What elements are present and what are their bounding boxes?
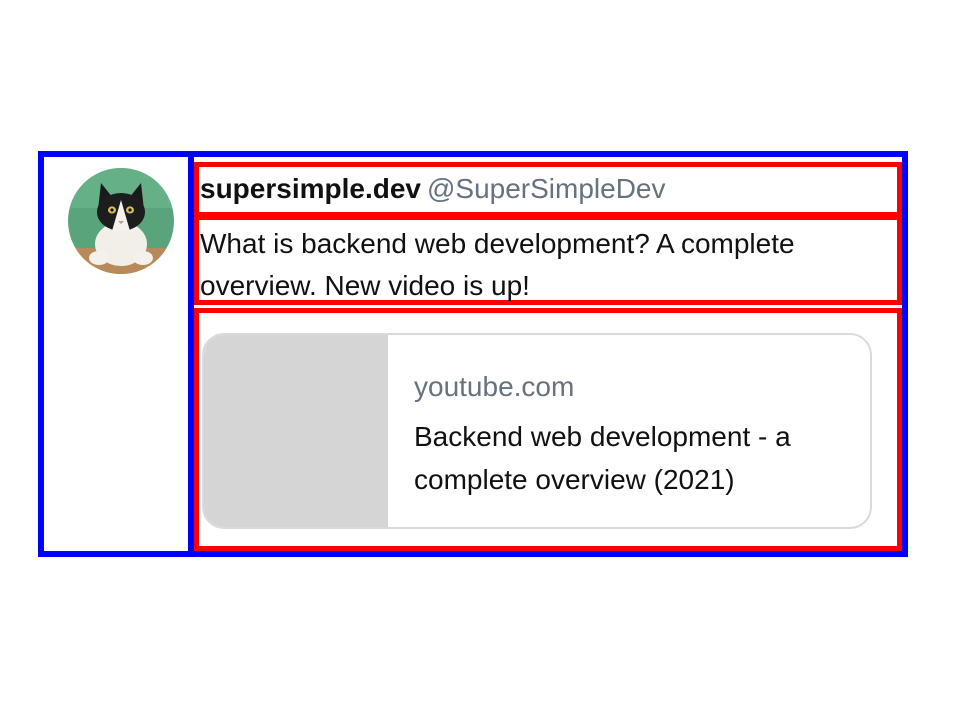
cat-avatar-icon[interactable]: [68, 168, 174, 274]
author-handle[interactable]: @SuperSimpleDev: [427, 173, 666, 204]
link-domain: youtube.com: [414, 371, 575, 402]
avatar-column: [44, 157, 194, 551]
tweet-text: What is backend web development? A compl…: [200, 228, 795, 301]
avatar-image: [68, 168, 174, 274]
tweet-info-column: supersimple.dev @SuperSimpleDev What is b…: [194, 157, 902, 551]
tweet-container: supersimple.dev @SuperSimpleDev What is b…: [38, 151, 908, 557]
tweet-header: supersimple.dev @SuperSimpleDev: [200, 174, 666, 204]
author-name[interactable]: supersimple.dev: [200, 173, 421, 204]
link-preview-card[interactable]: youtube.com Backend web development - a …: [202, 333, 872, 529]
video-thumbnail[interactable]: [204, 335, 388, 527]
link-title[interactable]: Backend web development - a complete ove…: [414, 415, 854, 501]
